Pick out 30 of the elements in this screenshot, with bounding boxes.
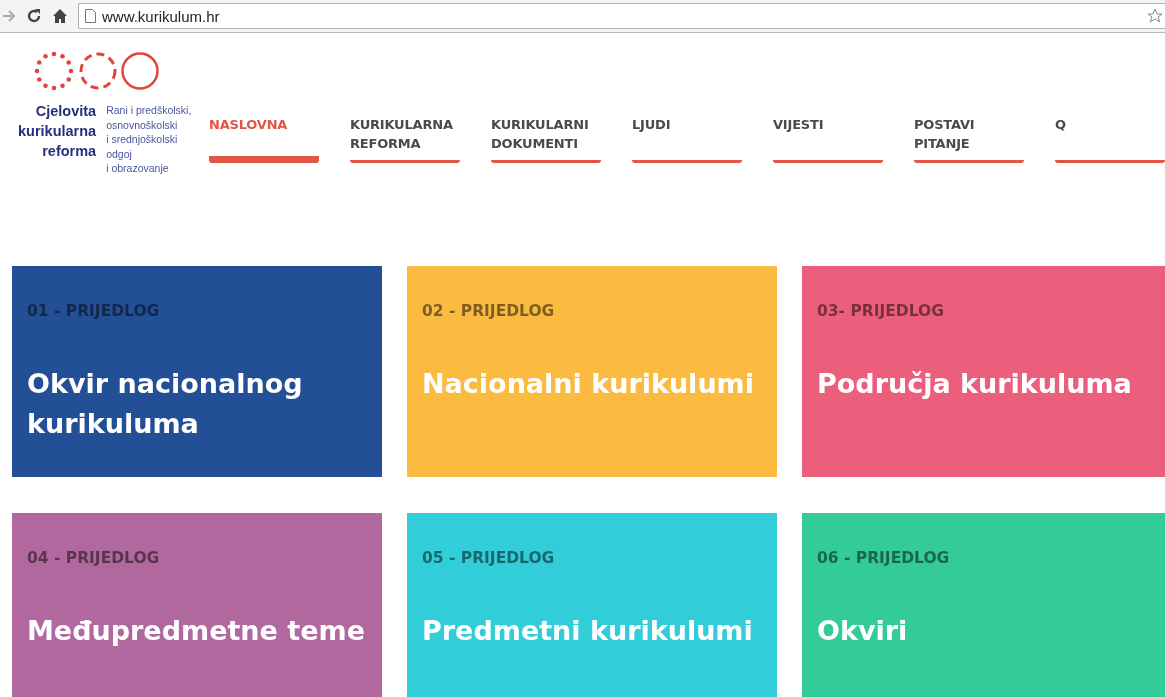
card-label: 02 - PRIJEDLOG <box>422 302 556 320</box>
url-text: www.kurikulum.hr <box>102 7 220 25</box>
reload-icon[interactable] <box>26 8 42 24</box>
card-title: Nacionalni kurikulumi <box>422 367 755 401</box>
address-bar[interactable]: www.kurikulum.hr <box>78 3 1165 29</box>
nav-link[interactable]: KURIKULARNI DOKUMENTI <box>491 115 601 163</box>
nav-link[interactable]: KURIKULARNA REFORMA <box>350 115 460 163</box>
nav-link[interactable]: Q <box>1055 115 1165 163</box>
home-icon[interactable] <box>52 8 68 24</box>
category-card[interactable]: 04 - PRIJEDLOG Međupredmetne teme <box>12 513 382 697</box>
star-icon[interactable] <box>1147 8 1163 24</box>
card-label: 03- PRIJEDLOG <box>817 302 945 320</box>
nav-link[interactable]: VIJESTI <box>773 115 883 163</box>
card-title: Međupredmetne teme <box>27 614 366 648</box>
card-label: 01 - PRIJEDLOG <box>27 302 161 320</box>
nav-link[interactable]: NASLOVNA <box>209 115 319 163</box>
card-title: Predmetni kurikulumi <box>422 614 754 648</box>
nav-link[interactable]: POSTAVI PITANJE <box>914 115 1024 163</box>
card-label: 06 - PRIJEDLOG <box>817 549 951 567</box>
card-title: Okvir nacionalnog kurikuluma <box>27 367 304 441</box>
logo-subtitle: Rani i predškolski, osnovnoškolski i srednjoškolski odgoj i obrazovanje <box>106 103 192 176</box>
logo-title: Cjelovita kurikularna reforma <box>18 102 97 161</box>
card-label: 05 - PRIJEDLOG <box>422 549 556 567</box>
card-title: Okviri <box>817 614 909 648</box>
category-card[interactable]: 02 - PRIJEDLOG Nacionalni kurikulumi <box>407 266 777 477</box>
card-label: 04 - PRIJEDLOG <box>27 549 161 567</box>
page-icon <box>85 9 96 23</box>
nav-link[interactable]: LJUDI <box>632 115 742 163</box>
category-card[interactable]: 01 - PRIJEDLOG Okvir nacionalnog kurikuluma <box>12 266 382 477</box>
card-title: Područja kurikuluma <box>817 367 1133 401</box>
